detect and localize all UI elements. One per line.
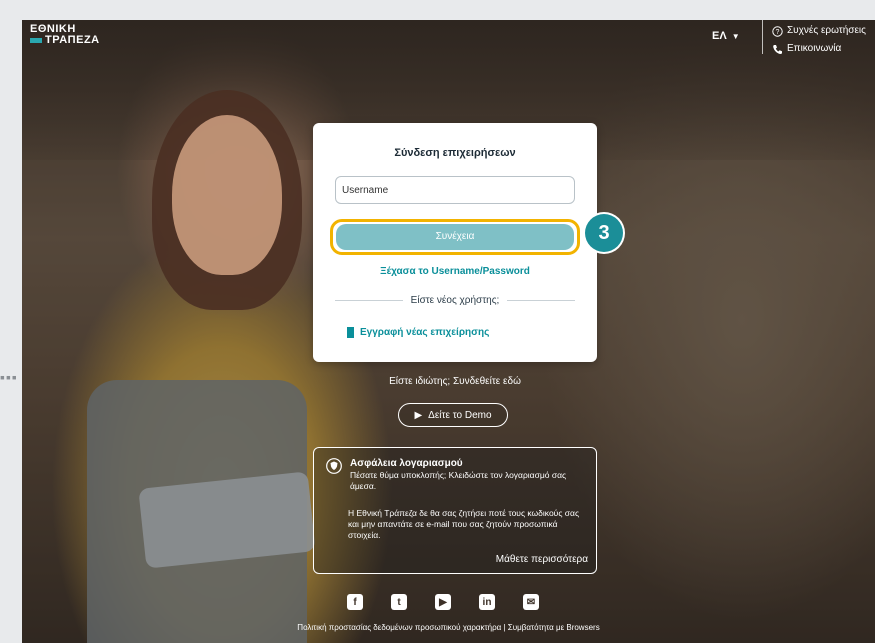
question-icon: ? [772,25,783,37]
faq-label: Συχνές ερωτήσεις [787,25,866,36]
svg-text:?: ? [776,29,780,36]
security-text-warning: Η Εθνική Τράπεζα δε θα σας ζητήσει ποτέ … [348,508,580,540]
username-input[interactable] [335,176,575,204]
facebook-icon[interactable]: f [347,594,363,610]
logo-mark-icon [30,38,42,43]
learn-more-link[interactable]: Μάθετε περισσότερα [496,554,588,565]
logo-line2: ΤΡΑΠΕΖΑ [45,34,100,46]
contact-label: Επικοινωνία [787,43,842,54]
header-links: ? Συχνές ερωτήσεις Επικοινωνία [772,22,866,58]
new-user-divider: Είστε νέος χρήστης; [335,295,575,306]
step-marker: 3 [585,214,623,252]
social-links: f t ▶ in ✉ [347,594,539,610]
security-panel: Ασφάλεια λογαριασμού Πέσατε θύμα υποκλοπ… [313,447,597,574]
new-user-label: Είστε νέος χρήστης; [410,295,500,306]
phone-icon [773,44,782,54]
connector-dots: ▪▪▪ [0,369,18,385]
demo-label: Δείτε το Demo [428,409,492,421]
forgot-credentials-link[interactable]: Ξέχασα το Username/Password [313,266,597,277]
register-business-link[interactable]: Εγγραφή νέας επιχείρησης [347,327,489,338]
chevron-down-icon: ▼ [731,31,740,41]
youtube-icon[interactable]: ▶ [435,594,451,610]
security-text-lock[interactable]: Πέσατε θύμα υποκλοπής; Κλειδώστε τον λογ… [350,470,590,492]
play-icon: ▶ [414,409,423,421]
faq-link[interactable]: ? Συχνές ερωτήσεις [772,22,866,40]
login-title: Σύνδεση επιχειρήσεων [394,147,516,159]
security-title: Ασφάλεια λογαριασμού [350,458,463,469]
background-photo: ΕΘΝΙΚΗ ΤΡΑΠΕΖΑ ΕΛ ▼ ? Συχνές ερωτήσεις Ε… [22,20,875,643]
footer-links[interactable]: Πολιτική προστασίας δεδομένων προσωπικού… [22,623,875,632]
linkedin-icon[interactable]: in [479,594,495,610]
contact-link[interactable]: Επικοινωνία [772,40,866,58]
language-selector[interactable]: ΕΛ ▼ [712,30,740,42]
email-icon[interactable]: ✉ [523,594,539,610]
twitter-icon[interactable]: t [391,594,407,610]
document-icon [347,327,354,338]
login-card: Σύνδεση επιχειρήσεων Συνέχεια Ξέχασα το … [313,123,597,362]
register-label: Εγγραφή νέας επιχείρησης [360,327,490,338]
header-divider [762,20,763,54]
continue-button[interactable]: Συνέχεια [336,224,574,250]
language-label: ΕΛ [712,30,727,42]
demo-button[interactable]: ▶ Δείτε το Demo [398,403,508,427]
shield-icon [326,458,342,474]
bank-logo[interactable]: ΕΘΝΙΚΗ ΤΡΑΠΕΖΑ [30,24,100,46]
individual-login-link[interactable]: Είστε ιδιώτης; Συνδεθείτε εδώ [313,376,597,387]
